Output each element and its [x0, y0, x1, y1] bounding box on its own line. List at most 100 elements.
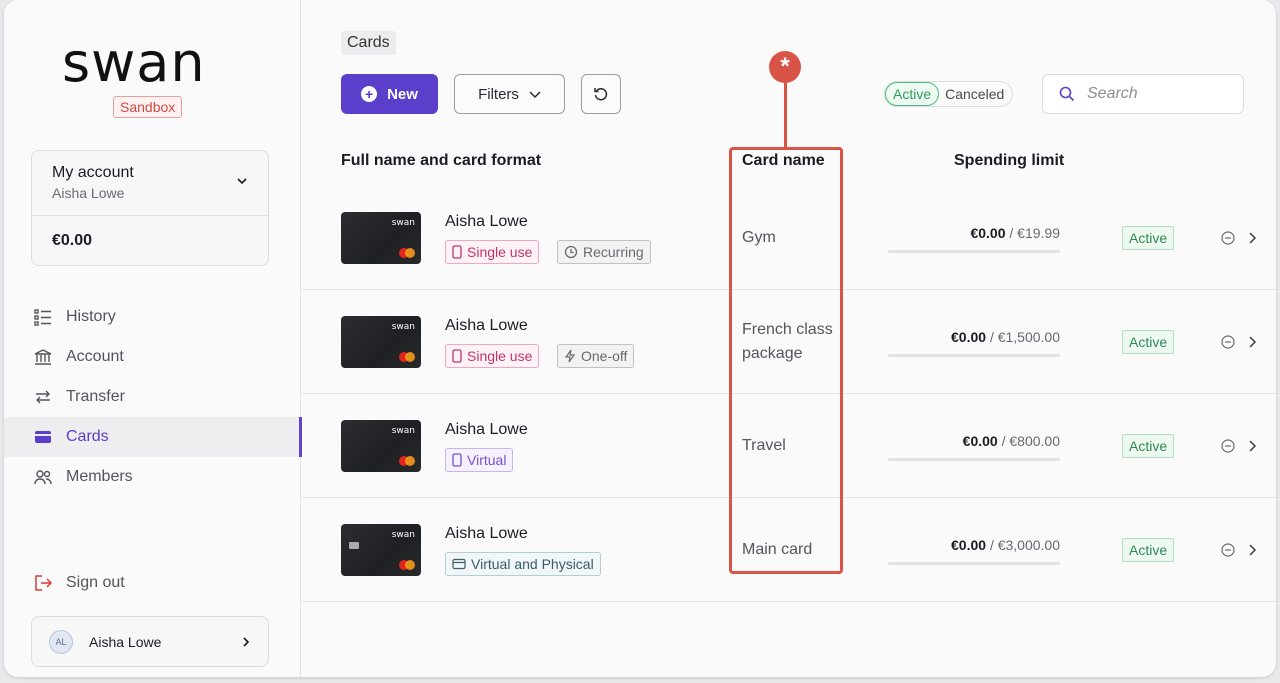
members-icon — [34, 470, 52, 485]
sidebar-item-label: Transfer — [66, 388, 125, 405]
card-icon — [452, 558, 466, 570]
cancel-icon[interactable] — [1221, 335, 1235, 349]
sidebar-nav: History Account Transfer Cards Members — [4, 297, 302, 497]
card-thumbnail: swan — [341, 316, 421, 368]
sidebar-item-members[interactable]: Members — [4, 457, 301, 497]
list-icon — [34, 309, 51, 326]
toggle-canceled[interactable]: Canceled — [939, 86, 1012, 102]
account-header[interactable]: My account Aisha Lowe — [32, 151, 268, 216]
search-icon — [1059, 86, 1075, 102]
card-brand: swan — [391, 426, 415, 436]
refresh-icon — [594, 88, 608, 101]
spending-limit: €0.00 / €1,500.00 — [888, 329, 1060, 345]
chevron-down-icon — [237, 178, 247, 185]
card-thumbnail: swan — [341, 524, 421, 576]
status-toggle[interactable]: Active Canceled — [884, 81, 1014, 107]
column-header-spending-limit: Spending limit — [954, 152, 1065, 169]
user-menu[interactable]: AL Aisha Lowe — [31, 616, 269, 667]
account-holder: Aisha Lowe — [52, 185, 125, 201]
asterisk-icon: * — [769, 51, 801, 83]
annotation-connector — [784, 78, 787, 148]
avatar: AL — [49, 629, 73, 654]
card-holder: Aisha Lowe — [445, 213, 528, 230]
limit-progress-bar — [888, 250, 1060, 253]
breadcrumb: Cards — [341, 31, 396, 55]
sidebar-item-transfer[interactable]: Transfer — [4, 377, 301, 417]
tag-recurring: Recurring — [557, 240, 651, 264]
column-header-name: Full name and card format — [341, 152, 542, 169]
card-brand: swan — [391, 218, 415, 228]
account-selector[interactable]: My account Aisha Lowe €0.00 — [31, 150, 269, 266]
sign-out-label: Sign out — [66, 574, 125, 591]
sidebar-item-label: Members — [66, 468, 133, 485]
status-badge: Active — [1122, 434, 1175, 458]
toggle-active[interactable]: Active — [885, 82, 940, 106]
main-content: Cards + New Filters Active Canceled Sear… — [301, 0, 1276, 677]
search-placeholder: Search — [1087, 85, 1138, 102]
card-thumbnail: swan — [341, 420, 421, 472]
cancel-icon[interactable] — [1221, 231, 1235, 245]
limit-amount: / €3,000.00 — [989, 537, 1060, 553]
search-input[interactable]: Search — [1042, 74, 1244, 114]
tag-label: Virtual and Physical — [471, 556, 594, 572]
limit-amount: / €1,500.00 — [989, 329, 1060, 345]
tag-label: Single use — [467, 244, 533, 260]
tag-virtual: Virtual — [445, 448, 514, 472]
phone-icon — [452, 349, 462, 363]
card-chip — [349, 542, 359, 549]
sidebar-item-history[interactable]: History — [4, 297, 301, 337]
cancel-icon[interactable] — [1221, 543, 1235, 557]
new-card-button[interactable]: + New — [341, 74, 438, 114]
cancel-icon[interactable] — [1221, 439, 1235, 453]
limit-progress-bar — [888, 562, 1060, 565]
limit-progress-bar — [888, 354, 1060, 357]
spent-amount: €0.00 — [970, 225, 1006, 241]
chevron-right-icon — [243, 637, 250, 647]
annotation-highlight-box — [729, 147, 843, 574]
tag-label: One-off — [581, 348, 628, 364]
spending-limit: €0.00 / €3,000.00 — [888, 537, 1060, 553]
chevron-down-icon — [529, 91, 541, 99]
filters-button[interactable]: Filters — [454, 74, 565, 114]
mastercard-icon — [399, 456, 415, 466]
new-button-label: New — [387, 85, 418, 103]
chevron-right-icon[interactable] — [1247, 232, 1257, 244]
chevron-right-icon[interactable] — [1247, 440, 1257, 452]
sidebar: swan Sandbox My account Aisha Lowe €0.00… — [4, 0, 302, 677]
bank-icon — [34, 349, 52, 365]
card-brand: swan — [391, 322, 415, 332]
spent-amount: €0.00 — [962, 433, 998, 449]
sandbox-badge: Sandbox — [113, 96, 183, 118]
plus-icon: + — [361, 86, 378, 102]
mastercard-icon — [399, 560, 415, 570]
app-window: swan Sandbox My account Aisha Lowe €0.00… — [4, 0, 1276, 677]
status-badge: Active — [1122, 226, 1175, 250]
sidebar-item-label: History — [66, 308, 116, 325]
arrows-icon — [36, 390, 50, 404]
spent-amount: €0.00 — [951, 537, 987, 553]
refresh-button[interactable] — [581, 74, 621, 114]
sidebar-item-cards[interactable]: Cards — [4, 417, 302, 457]
chevron-right-icon[interactable] — [1247, 336, 1257, 348]
card-holder: Aisha Lowe — [445, 421, 528, 438]
filters-label: Filters — [478, 85, 519, 103]
tag-label: Recurring — [583, 244, 644, 260]
limit-progress-bar — [888, 458, 1060, 461]
sign-out-button[interactable]: Sign out — [34, 574, 125, 592]
sidebar-item-label: Cards — [66, 428, 109, 445]
chevron-right-icon[interactable] — [1247, 544, 1257, 556]
swan-logo: swan — [62, 31, 206, 94]
sidebar-item-account[interactable]: Account — [4, 337, 301, 377]
status-badge: Active — [1122, 330, 1175, 354]
spending-limit: €0.00 / €800.00 — [888, 433, 1060, 449]
user-name: Aisha Lowe — [89, 633, 162, 650]
phone-icon — [452, 453, 462, 467]
spending-limit: €0.00 / €19.99 — [888, 225, 1060, 241]
status-badge: Active — [1122, 538, 1175, 562]
card-thumbnail: swan — [341, 212, 421, 264]
spent-amount: €0.00 — [951, 329, 987, 345]
card-icon — [35, 431, 51, 443]
limit-amount: / €800.00 — [1001, 433, 1060, 449]
card-holder: Aisha Lowe — [445, 525, 528, 542]
account-balance: €0.00 — [52, 232, 93, 249]
